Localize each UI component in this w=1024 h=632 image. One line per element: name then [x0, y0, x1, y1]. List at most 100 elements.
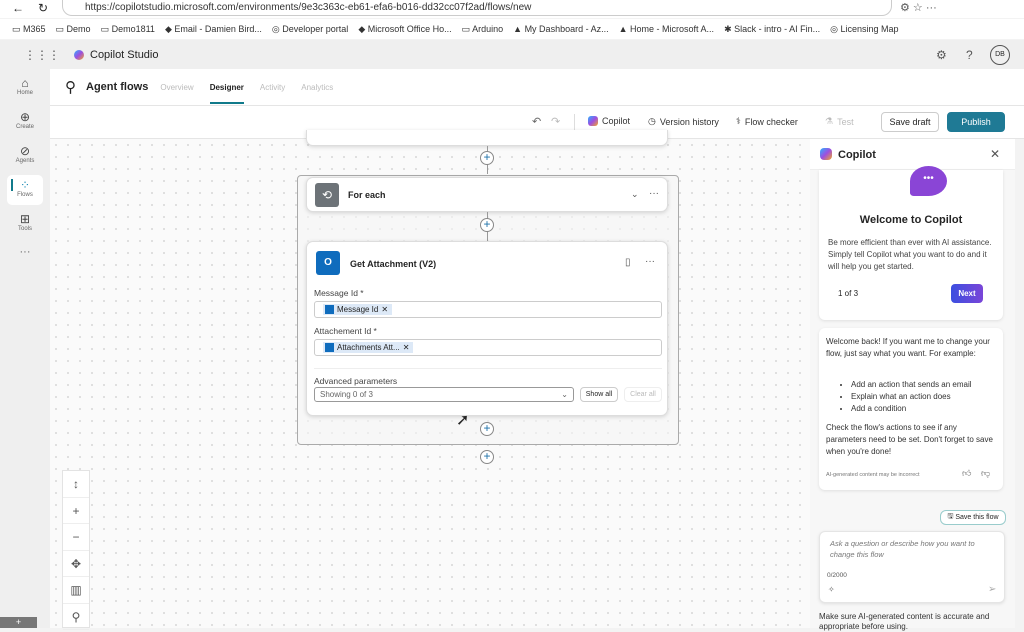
message-bullet: Add a condition — [851, 403, 972, 415]
bookmark[interactable]: ▭ M365 — [12, 24, 46, 35]
add-step-button[interactable]: + — [480, 422, 494, 436]
extensions-icon[interactable]: ⚙ ☆ ··· — [900, 1, 937, 14]
mouse-cursor-icon: ➚ — [456, 412, 470, 429]
save-draft-button[interactable]: Save draft — [881, 112, 939, 132]
help-icon[interactable]: ? — [966, 48, 973, 62]
flask-icon: ⚗ — [825, 116, 834, 126]
agents-icon: ⊘ — [19, 144, 31, 158]
url-text: https://copilotstudio.microsoft.com/envi… — [85, 2, 532, 13]
attachment-id-field[interactable]: Attachments Att... ✕ — [314, 339, 662, 356]
settings-icon[interactable]: ⚙ — [936, 48, 947, 62]
bookmark[interactable]: ▭ Demo1811 — [101, 24, 155, 35]
app-launcher-icon[interactable]: ⋮⋮⋮ — [24, 48, 60, 62]
avatar[interactable]: DB — [990, 44, 1010, 65]
clear-all-button[interactable]: Clear all — [624, 387, 662, 402]
sparkle-icon[interactable]: ✧ — [828, 585, 835, 594]
bookmark[interactable]: ✱ Slack - intro - AI Fin... — [724, 24, 820, 35]
bookmark[interactable]: ◆ Email - Damien Bird... — [165, 24, 262, 35]
search-icon[interactable]: ⚲ — [63, 604, 89, 630]
message-id-field[interactable]: Message Id ✕ — [314, 301, 662, 318]
chat-bubble-icon: ••• — [910, 166, 947, 196]
left-rail: ⌂ Home ⊕ Create ⊘ Agents ⁘ Flows ⊞ Tools ··· — [0, 69, 50, 628]
flow-checker-button[interactable]: ⚕ Flow checker — [736, 116, 798, 127]
bookmark[interactable]: ◎ Licensing Map — [830, 24, 898, 35]
browser-address-bar: ← ↻ https://copilotstudio.microsoft.com/… — [0, 0, 1024, 18]
copilot-panel: Copilot ✕ ••• Welcome to Copilot Be more… — [810, 139, 1015, 631]
app-header: ⋮⋮⋮ Copilot Studio ⚙ ? DB — [0, 40, 1024, 69]
more-options-icon[interactable]: ··· — [645, 256, 655, 267]
create-icon: ⊕ — [19, 110, 31, 124]
copilot-message: Welcome back! If you want me to change y… — [819, 328, 1003, 490]
undo-icon[interactable]: ↶ — [532, 115, 541, 128]
send-icon[interactable]: ➢ — [988, 584, 996, 595]
bookmark[interactable]: ▲ My Dashboard - Az... — [513, 24, 608, 34]
redo-icon[interactable]: ↷ — [551, 115, 560, 128]
rail-item-home[interactable]: ⌂ Home — [7, 73, 43, 103]
tools-icon: ⊞ — [19, 212, 31, 226]
rail-item-agents[interactable]: ⊘ Agents — [7, 141, 43, 171]
bookmark[interactable]: ◎ Developer portal — [272, 24, 348, 35]
thumbs-up-icon[interactable]: 👍︎ — [962, 468, 971, 479]
message-bullet: Add an action that sends an email — [851, 379, 972, 391]
taskbar-add-icon[interactable]: + — [0, 617, 37, 628]
save-this-flow-button[interactable]: 🖫 Save this flow — [940, 510, 1006, 525]
tab-activity[interactable]: Activity — [260, 83, 285, 92]
active-indicator — [11, 179, 13, 191]
token: Attachments Att... ✕ — [323, 342, 414, 353]
chevron-down-icon: ⌄ — [561, 390, 568, 399]
url-input[interactable]: https://copilotstudio.microsoft.com/envi… — [62, 0, 892, 16]
advanced-parameters-dropdown[interactable]: Showing 0 of 3 ⌄ — [314, 387, 574, 402]
page-title: Agent flows — [86, 81, 149, 93]
scrollbar[interactable] — [1015, 139, 1024, 628]
bookmark[interactable]: ▭ Arduino — [462, 24, 504, 35]
add-step-button[interactable]: + — [480, 218, 494, 232]
token: Message Id ✕ — [323, 304, 393, 315]
back-icon[interactable]: ← — [12, 1, 24, 15]
welcome-text: Be more efficient than ever with AI assi… — [828, 238, 992, 271]
zoom-out-icon[interactable]: − — [63, 524, 89, 551]
copilot-icon — [820, 148, 832, 160]
get-attachment-card[interactable]: O Get Attachment (V2) ▯ ··· Message Id *… — [306, 241, 668, 416]
next-button[interactable]: Next — [951, 284, 983, 303]
minimap-icon[interactable]: ▥ — [63, 577, 89, 604]
add-step-button[interactable]: + — [480, 450, 494, 464]
bookmarks-bar: ▭ M365 ▭ Demo ▭ Demo1811 ◆ Email - Damie… — [0, 19, 1024, 39]
panel-icon[interactable]: ▯ — [625, 257, 631, 268]
input-placeholder: Ask a question or describe how you want … — [830, 539, 975, 559]
bookmark[interactable]: ▭ Demo — [56, 24, 91, 35]
message-outro: Check the flow's actions to see if any p… — [826, 423, 993, 456]
thumbs-down-icon[interactable]: 👎︎ — [981, 468, 990, 479]
previous-action-card[interactable] — [306, 130, 668, 146]
bookmark[interactable]: ◆ Microsoft Office Ho... — [358, 24, 451, 35]
test-button[interactable]: ⚗ Test — [825, 116, 854, 127]
center-icon[interactable]: ✥ — [63, 551, 89, 577]
show-all-button[interactable]: Show all — [580, 387, 618, 402]
rail-item-create[interactable]: ⊕ Create — [7, 107, 43, 137]
tab-designer[interactable]: Designer — [209, 83, 244, 104]
copilot-input[interactable]: Ask a question or describe how you want … — [819, 531, 1005, 603]
page-header: ⚲ Agent flows Overview Designer Activity… — [50, 69, 1024, 106]
char-counter: 0/2000 — [827, 572, 847, 579]
home-icon: ⌂ — [21, 76, 29, 90]
publish-button[interactable]: Publish — [947, 112, 1005, 132]
foreach-card[interactable]: ⟲ For each ⌄ ··· — [306, 177, 668, 212]
copilot-header: Copilot ✕ — [810, 139, 1015, 170]
copilot-icon — [588, 116, 598, 126]
more-icon[interactable]: ··· — [7, 243, 43, 273]
rail-item-tools[interactable]: ⊞ Tools — [7, 209, 43, 239]
version-history-button[interactable]: ◷ Version history — [648, 116, 719, 127]
tab-overview[interactable]: Overview — [160, 83, 193, 92]
refresh-icon[interactable]: ↻ — [38, 1, 48, 15]
history-icon: ◷ — [648, 116, 656, 126]
more-options-icon[interactable]: ··· — [649, 188, 659, 199]
chevron-down-icon[interactable]: ⌄ — [631, 189, 639, 200]
message-bullet: Explain what an action does — [851, 391, 972, 403]
fit-vertical-icon[interactable]: ↕ — [63, 471, 89, 498]
close-icon[interactable]: ✕ — [990, 147, 1000, 161]
tab-analytics[interactable]: Analytics — [301, 83, 333, 92]
pager: 1 of 3 — [838, 289, 859, 298]
bookmark[interactable]: ▲ Home - Microsoft A... — [619, 24, 714, 34]
zoom-in-icon[interactable]: + — [63, 498, 89, 524]
copilot-button[interactable]: Copilot — [588, 116, 630, 126]
add-step-button[interactable]: + — [480, 151, 494, 165]
